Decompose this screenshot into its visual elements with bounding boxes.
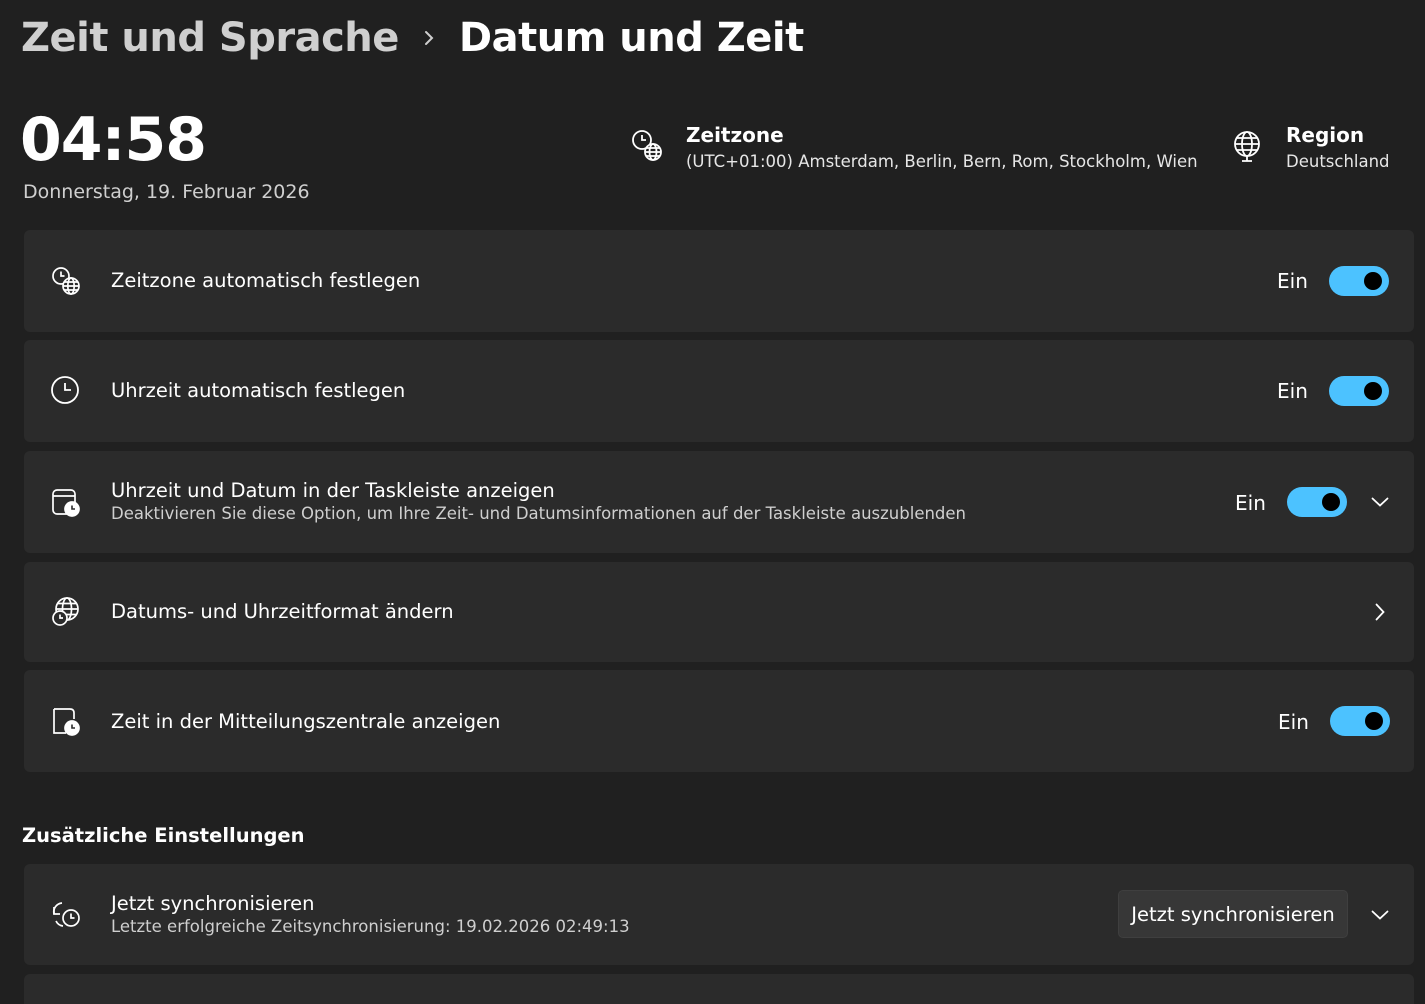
- region-value: Deutschland: [1286, 152, 1390, 171]
- clock-globe-icon: [630, 128, 666, 164]
- setting-title: Uhrzeit automatisch festlegen: [111, 379, 406, 402]
- setting-auto-time: Uhrzeit automatisch festlegen Ein: [24, 340, 1414, 442]
- chevron-down-icon[interactable]: [1369, 491, 1391, 513]
- chevron-right-icon[interactable]: [1369, 601, 1391, 623]
- setting-title: Jetzt synchronisieren: [111, 892, 315, 915]
- chevron-right-icon: [421, 30, 437, 46]
- timezone-info: Zeitzone (UTC+01:00) Amsterdam, Berlin, …: [630, 122, 1198, 176]
- toggle-state-label: Ein: [1235, 491, 1266, 515]
- globe-clock-icon: [50, 596, 82, 628]
- section-heading: Zusätzliche Einstellungen: [22, 824, 305, 847]
- sync-clock-icon: [50, 899, 82, 931]
- clock-icon: [50, 375, 82, 407]
- globe-icon: [1230, 128, 1266, 164]
- toggle-knob: [1364, 272, 1382, 290]
- toggle-knob: [1322, 493, 1340, 511]
- timezone-title: Zeitzone: [686, 123, 784, 147]
- breadcrumb: Zeit und Sprache Datum und Zeit: [21, 12, 804, 64]
- setting-title: Datums- und Uhrzeitformat ändern: [111, 600, 454, 623]
- region-info: Region Deutschland: [1230, 122, 1390, 176]
- setting-title: Uhrzeit und Datum in der Taskleiste anze…: [111, 479, 555, 502]
- last-sync-text: Letzte erfolgreiche Zeitsynchronisierung…: [111, 917, 630, 936]
- setting-title: Zeit in der Mitteilungszentrale anzeigen: [111, 710, 501, 733]
- region-title: Region: [1286, 123, 1365, 147]
- toggle-knob: [1364, 382, 1382, 400]
- sync-now-button[interactable]: Jetzt synchronisieren: [1118, 890, 1348, 938]
- timezone-value: (UTC+01:00) Amsterdam, Berlin, Bern, Rom…: [686, 152, 1198, 171]
- toggle-state-label: Ein: [1278, 710, 1309, 734]
- clock-globe-icon: [50, 265, 82, 297]
- next-setting-card: [24, 974, 1414, 1004]
- auto-timezone-toggle[interactable]: [1329, 266, 1389, 296]
- calendar-clock-icon: [50, 486, 82, 518]
- notification-clock-icon: [50, 705, 82, 737]
- setting-date-time-format[interactable]: Datums- und Uhrzeitformat ändern: [24, 562, 1414, 662]
- page-title: Datum und Zeit: [458, 15, 804, 61]
- taskbar-datetime-toggle[interactable]: [1287, 487, 1347, 517]
- setting-auto-timezone: Zeitzone automatisch festlegen Ein: [24, 230, 1414, 332]
- current-date: Donnerstag, 19. Februar 2026: [23, 181, 310, 203]
- setting-sync-now[interactable]: Jetzt synchronisieren Letzte erfolgreich…: [24, 864, 1414, 965]
- breadcrumb-parent[interactable]: Zeit und Sprache: [21, 15, 399, 61]
- setting-title: Zeitzone automatisch festlegen: [111, 269, 421, 292]
- setting-taskbar-datetime[interactable]: Uhrzeit und Datum in der Taskleiste anze…: [24, 451, 1414, 553]
- toggle-knob: [1365, 712, 1383, 730]
- toggle-state-label: Ein: [1277, 379, 1308, 403]
- chevron-down-icon[interactable]: [1369, 904, 1391, 926]
- current-time: 04:58: [20, 105, 207, 175]
- setting-notification-center-time: Zeit in der Mitteilungszentrale anzeigen…: [24, 670, 1414, 772]
- toggle-state-label: Ein: [1277, 269, 1308, 293]
- setting-description: Deaktivieren Sie diese Option, um Ihre Z…: [111, 504, 967, 523]
- auto-time-toggle[interactable]: [1329, 376, 1389, 406]
- notification-center-time-toggle[interactable]: [1330, 706, 1390, 736]
